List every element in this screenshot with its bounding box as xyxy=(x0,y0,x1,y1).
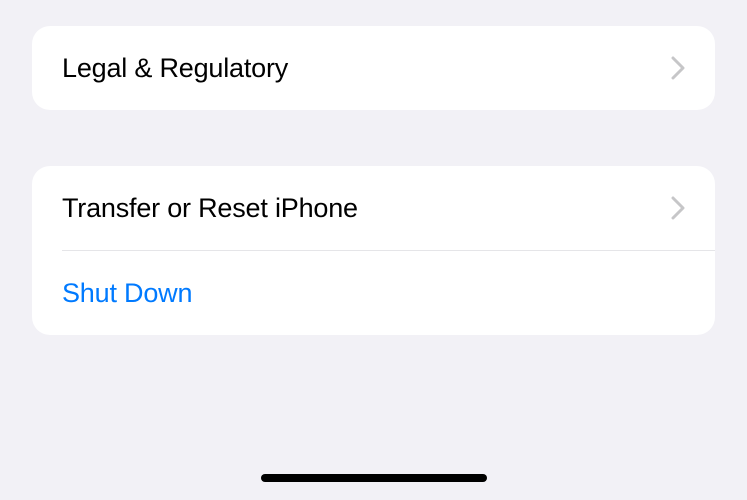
settings-group-system: Transfer or Reset iPhone Shut Down xyxy=(32,166,715,335)
transfer-reset-row[interactable]: Transfer or Reset iPhone xyxy=(32,166,715,250)
legal-regulatory-row[interactable]: Legal & Regulatory xyxy=(32,26,715,110)
settings-group-legal: Legal & Regulatory xyxy=(32,26,715,110)
row-label: Transfer or Reset iPhone xyxy=(62,193,358,224)
home-indicator[interactable] xyxy=(261,474,487,482)
chevron-right-icon xyxy=(671,56,685,80)
row-label: Shut Down xyxy=(62,278,192,309)
chevron-right-icon xyxy=(671,196,685,220)
shut-down-row[interactable]: Shut Down xyxy=(32,251,715,335)
row-label: Legal & Regulatory xyxy=(62,53,288,84)
settings-list: Legal & Regulatory Transfer or Reset iPh… xyxy=(0,0,747,335)
